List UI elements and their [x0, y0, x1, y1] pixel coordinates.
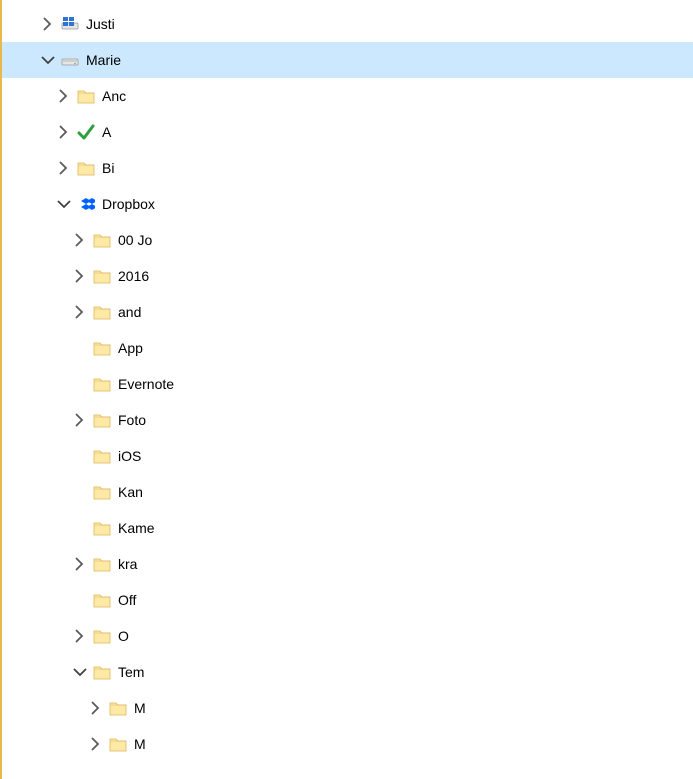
tree-item[interactable]: Justi [2, 6, 693, 42]
folder-icon [92, 266, 112, 286]
folder-icon [92, 518, 112, 538]
tree-item[interactable]: 2016 [2, 258, 693, 294]
folder-icon [92, 482, 112, 502]
tree-item[interactable]: Foto [2, 402, 693, 438]
tree-item-label: Tem [118, 654, 144, 690]
chevron-right-icon[interactable] [40, 16, 56, 32]
tree-item-label: Off [118, 582, 136, 618]
chevron-right-icon[interactable] [72, 556, 88, 572]
tree-item[interactable]: Kame [2, 510, 693, 546]
tree-item-label: Dropbox [102, 186, 155, 222]
check-icon [76, 122, 96, 142]
tree-item[interactable]: App [2, 330, 693, 366]
tree-item[interactable]: Evernote [2, 366, 693, 402]
folder-icon [76, 86, 96, 106]
tree-item-label: Bi [102, 150, 114, 186]
folder-icon [92, 338, 112, 358]
chevron-right-icon[interactable] [72, 268, 88, 284]
tree-item-label: O [118, 618, 129, 654]
tree-item-label: Marie [86, 42, 121, 78]
folder-icon [92, 626, 112, 646]
tree-item[interactable]: Dropbox [2, 186, 693, 222]
chevron-right-icon[interactable] [72, 628, 88, 644]
folder-icon [92, 230, 112, 250]
folder-icon [92, 662, 112, 682]
chevron-down-icon[interactable] [56, 196, 72, 212]
folder-icon [92, 374, 112, 394]
tree-item-label: 2016 [118, 258, 149, 294]
folder-icon [108, 698, 128, 718]
tree-item-label: Anc [102, 78, 126, 114]
folder-tree: JustiMarieAncABiDropbox00 Jo2016andAppEv… [2, 0, 693, 762]
tree-item[interactable]: kra [2, 546, 693, 582]
folder-icon [92, 302, 112, 322]
tree-item[interactable]: O [2, 618, 693, 654]
chevron-right-icon[interactable] [72, 304, 88, 320]
tree-item[interactable]: Marie [2, 42, 693, 78]
tree-item-label: iOS [118, 438, 141, 474]
tree-item[interactable]: and [2, 294, 693, 330]
chevron-right-icon[interactable] [56, 88, 72, 104]
chevron-right-icon[interactable] [88, 736, 104, 752]
tree-item-label: Kame [118, 510, 155, 546]
folder-icon [92, 410, 112, 430]
tree-item-label: M [134, 690, 146, 726]
tree-item[interactable]: M [2, 690, 693, 726]
tree-item[interactable]: Tem [2, 654, 693, 690]
chevron-right-icon[interactable] [56, 160, 72, 176]
folder-icon [76, 158, 96, 178]
tree-item-label: Justi [86, 6, 115, 42]
drive-icon [60, 50, 80, 70]
tree-item[interactable]: 00 Jo [2, 222, 693, 258]
drive-windows-icon [60, 14, 80, 34]
tree-item-label: App [118, 330, 143, 366]
tree-item[interactable]: Off [2, 582, 693, 618]
chevron-down-icon[interactable] [72, 664, 88, 680]
tree-item[interactable]: Anc [2, 78, 693, 114]
chevron-right-icon[interactable] [72, 232, 88, 248]
tree-item[interactable]: iOS [2, 438, 693, 474]
tree-item-label: M [134, 726, 146, 762]
tree-item[interactable]: Bi [2, 150, 693, 186]
tree-item-label: Kan [118, 474, 143, 510]
folder-icon [108, 734, 128, 754]
tree-item[interactable]: A [2, 114, 693, 150]
folder-icon [92, 590, 112, 610]
tree-item-label: 00 Jo [118, 222, 152, 258]
dropbox-icon [76, 194, 96, 214]
tree-item-label: kra [118, 546, 137, 582]
tree-item[interactable]: Kan [2, 474, 693, 510]
tree-item-label: A [102, 114, 111, 150]
folder-icon [92, 446, 112, 466]
chevron-down-icon[interactable] [40, 52, 56, 68]
chevron-right-icon[interactable] [88, 700, 104, 716]
tree-item[interactable]: M [2, 726, 693, 762]
chevron-right-icon[interactable] [56, 124, 72, 140]
tree-item-label: Foto [118, 402, 146, 438]
tree-item-label: Evernote [118, 366, 174, 402]
chevron-right-icon[interactable] [72, 412, 88, 428]
folder-icon [92, 554, 112, 574]
tree-item-label: and [118, 294, 141, 330]
